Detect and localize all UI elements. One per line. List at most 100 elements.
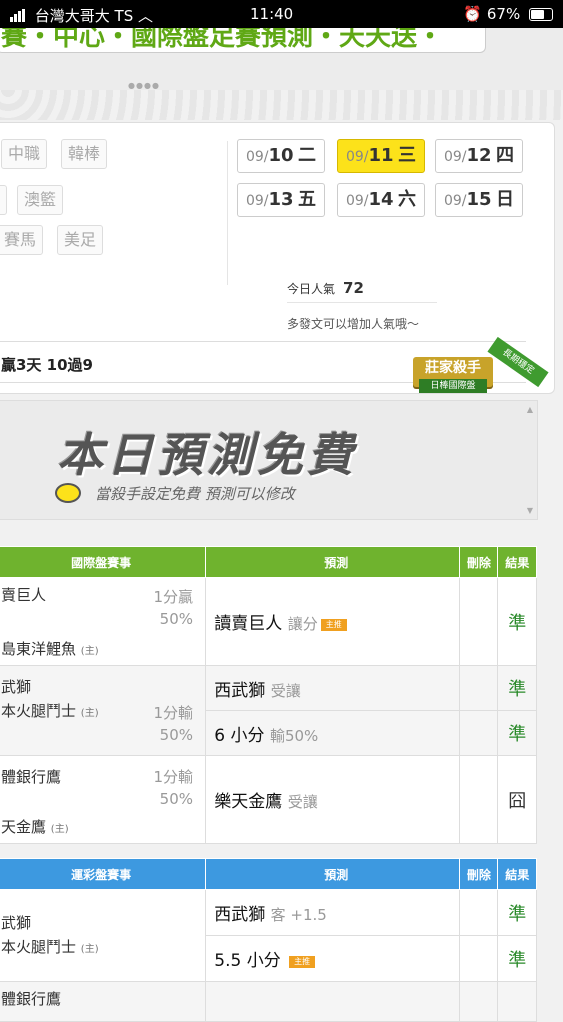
intl-prediction-table: 國際盤賽事 預測 刪除 結果 賣巨人 1分贏 50% 島東洋鯉魚 (主) 讀賣巨… <box>0 546 537 844</box>
date-tab-0915[interactable]: 09/15 日 <box>435 183 523 217</box>
col-header: 預測 <box>205 546 461 578</box>
battery-info: ⏰ 67% <box>463 5 553 23</box>
badge-ribbon: 長期穩定 <box>487 336 549 388</box>
prediction-cell: 西武獅 受讓 <box>205 665 461 711</box>
alarm-icon: ⏰ <box>463 5 483 23</box>
away-team: 天金鷹 (主) <box>1 818 69 836</box>
match-cell: 武獅 本火腿鬥士 (主) 1分輸 50% <box>0 665 207 756</box>
delete-cell[interactable] <box>459 889 499 936</box>
prediction-cell <box>205 981 461 1022</box>
spread-pct: 50% <box>159 610 193 628</box>
table-row: 體銀行鷹 1分輸 50% 天金鷹 (主) 樂天金鷹 受讓 囧 <box>0 755 537 844</box>
divider <box>287 302 437 303</box>
delete-cell[interactable] <box>459 710 499 756</box>
home-team: 武獅 <box>1 678 32 696</box>
prediction-cell: 5.5 小分 主推 <box>205 935 461 982</box>
result-cell: 準 <box>497 935 537 982</box>
date-tab-0912[interactable]: 09/12 四 <box>435 139 523 173</box>
ad-subtitle: 當殺手設定免費 預測可以修改 <box>95 485 295 503</box>
col-header: 結果 <box>497 546 537 578</box>
home-team: 賣巨人 <box>1 586 47 604</box>
table-header: 運彩盤賽事 預測 刪除 結果 <box>0 858 537 890</box>
away-team: 本火腿鬥士 (主) <box>1 938 99 956</box>
date-tab-0913[interactable]: 09/13 五 <box>237 183 325 217</box>
spread-line: 1分贏 <box>153 588 193 606</box>
spread-line: 1分輸 <box>153 704 193 722</box>
away-team: 本火腿鬥士 (主) <box>1 702 99 720</box>
away-team: 島東洋鯉魚 (主) <box>1 640 99 658</box>
carrier-name: 台灣大哥大 TS <box>34 7 134 25</box>
match-cell: 體銀行鷹 <box>0 981 207 1022</box>
battery-icon <box>529 8 553 21</box>
delete-cell[interactable] <box>459 981 499 1022</box>
killer-badge: 莊家殺手 日棒國際盤 長期穩定 <box>407 336 549 401</box>
top-banner: 賽・中心・國際盤足賽預測・天天送・ ●●●● <box>0 28 563 120</box>
delete-cell[interactable] <box>459 577 499 666</box>
scroll-up-icon: ▲ <box>526 405 533 414</box>
match-cell: 武獅 本火腿鬥士 (主) <box>0 889 207 982</box>
featured-tag: 主推 <box>289 956 316 968</box>
ad-title: 本日預測免費 <box>57 428 357 482</box>
carrier-info: 台灣大哥大 TS ︿ <box>10 5 153 26</box>
signal-icon <box>10 8 26 26</box>
result-cell: 準 <box>497 577 537 666</box>
col-header: 結果 <box>497 858 537 890</box>
free-prediction-ad[interactable]: ▲ 本日預測免費 當殺手設定免費 預測可以修改 ▼ <box>0 400 538 520</box>
scroll-down-icon: ▼ <box>526 506 533 515</box>
league-tab-kbo[interactable]: 韓棒 <box>61 139 108 169</box>
record-text: 贏3天 10過9 <box>1 356 93 374</box>
battery-percent: 67% <box>486 5 521 23</box>
date-tab-0910[interactable]: 09/10 二 <box>237 139 325 173</box>
col-header: 國際盤賽事 <box>0 546 207 578</box>
selector-panel: 中職 韓棒 籃 澳籃 賽馬 美足 09/10 二 09/11 三 09/12 四… <box>0 122 555 394</box>
league-tab-nbl[interactable]: 澳籃 <box>17 185 64 215</box>
prediction-cell: 樂天金鷹 受讓 <box>205 755 461 844</box>
match-cell: 賣巨人 1分贏 50% 島東洋鯉魚 (主) <box>0 577 207 666</box>
date-tab-0911[interactable]: 09/11 三 <box>337 139 425 173</box>
wifi-icon: ︿ <box>138 7 154 25</box>
home-team: 體銀行鷹 <box>1 768 62 786</box>
lottery-prediction-table: 運彩盤賽事 預測 刪除 結果 武獅 本火腿鬥士 (主) 西武獅 客 +1.5 準… <box>0 858 537 1022</box>
prediction-cell: 西武獅 客 +1.5 <box>205 889 461 936</box>
bulb-icon <box>55 483 81 503</box>
table-row: 體銀行鷹 <box>0 981 537 1022</box>
wave-divider <box>0 90 563 120</box>
league-tab-nfl[interactable]: 美足 <box>57 225 104 255</box>
col-header: 刪除 <box>459 546 499 578</box>
spread-line: 1分輸 <box>153 768 193 786</box>
spread-pct: 50% <box>159 790 193 808</box>
result-cell: 準 <box>497 889 537 936</box>
result-cell <box>497 981 537 1022</box>
table-row: 武獅 本火腿鬥士 (主) 西武獅 客 +1.5 準 <box>0 889 537 982</box>
status-bar: 台灣大哥大 TS ︿ 11:40 ⏰ 67% <box>0 0 563 28</box>
banner-box[interactable]: 賽・中心・國際盤足賽預測・天天送・ <box>0 28 486 53</box>
result-cell: 準 <box>497 710 537 756</box>
result-cell: 囧 <box>497 755 537 844</box>
table-header: 國際盤賽事 預測 刪除 結果 <box>0 546 537 578</box>
league-tab-cpbl[interactable]: 中職 <box>1 139 48 169</box>
league-tab-partial[interactable]: 籃 <box>0 185 8 215</box>
clock: 11:40 <box>250 5 294 23</box>
home-team: 體銀行鷹 <box>1 990 62 1008</box>
popularity: 今日人氣 72 <box>287 279 364 297</box>
hint-text: 多發文可以增加人氣哦～ <box>287 317 420 331</box>
col-header: 刪除 <box>459 858 499 890</box>
prediction-cell: 讀賣巨人 讓分 主推 <box>205 577 461 666</box>
prediction-cell: 6 小分 輸50% <box>205 710 461 756</box>
col-header: 預測 <box>205 858 461 890</box>
match-cell: 體銀行鷹 1分輸 50% 天金鷹 (主) <box>0 755 207 844</box>
delete-cell[interactable] <box>459 755 499 844</box>
table-row: 武獅 本火腿鬥士 (主) 1分輸 50% 西武獅 受讓 準 <box>0 665 537 756</box>
table-row: 賣巨人 1分贏 50% 島東洋鯉魚 (主) 讀賣巨人 讓分 主推 準 <box>0 577 537 666</box>
home-team: 武獅 <box>1 914 32 932</box>
league-tab-horse[interactable]: 賽馬 <box>0 225 44 255</box>
result-cell: 準 <box>497 665 537 711</box>
divider <box>227 141 228 285</box>
badge-sub: 日棒國際盤 <box>419 379 487 393</box>
delete-cell[interactable] <box>459 935 499 982</box>
delete-cell[interactable] <box>459 665 499 711</box>
date-tab-0914[interactable]: 09/14 六 <box>337 183 425 217</box>
col-header: 運彩盤賽事 <box>0 858 207 890</box>
banner-title: 賽・中心・國際盤足賽預測・天天送・ <box>1 28 444 52</box>
carousel-dots[interactable]: ●●●● <box>128 81 160 90</box>
